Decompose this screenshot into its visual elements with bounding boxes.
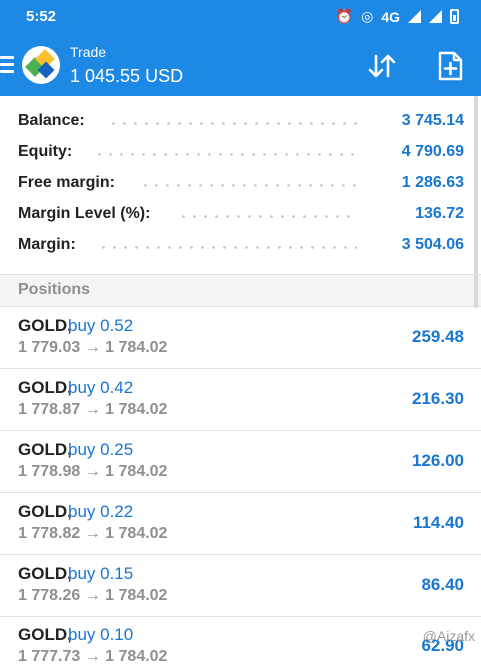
status-bar: 5:52 ⏰ ◎ 4G: [0, 0, 481, 36]
position-row[interactable]: GOLD, buy 0.15 1 778.26 → 1 784.02 86.40: [0, 555, 481, 617]
position-row[interactable]: GOLD, buy 0.52 1 779.03 → 1 784.02 259.4…: [0, 307, 481, 369]
dot-leader: [178, 215, 357, 218]
account-summary: Balance: 3 745.14 Equity: 4 790.69 Free …: [0, 96, 481, 274]
signal-icon-2: [429, 10, 442, 23]
position-profit: 86.40: [421, 575, 464, 594]
position-side: buy 0.22: [68, 502, 134, 521]
dot-leader: [140, 184, 357, 187]
position-side: buy 0.42: [68, 378, 134, 397]
summary-label: Margin:: [18, 236, 76, 253]
position-symbol: GOLD,: [18, 502, 72, 521]
app-logo-icon: [22, 46, 60, 84]
summary-row-free-margin: Free margin: 1 286.63: [0, 168, 481, 199]
position-profit: 126.00: [412, 451, 464, 470]
summary-label: Margin Level (%):: [18, 205, 151, 222]
summary-value: 3 745.14: [401, 112, 464, 129]
sort-icon[interactable]: [366, 50, 398, 82]
battery-icon: [450, 9, 459, 24]
status-icons: ⏰ ◎ 4G: [336, 8, 459, 25]
dot-leader: [94, 153, 357, 156]
data-saver-icon: ◎: [361, 8, 374, 24]
watermark: @Aizafx: [422, 628, 475, 644]
position-row[interactable]: GOLD, buy 0.22 1 778.82 → 1 784.02 114.4…: [0, 493, 481, 555]
position-symbol: GOLD,: [18, 625, 72, 644]
position-side: buy 0.10: [68, 625, 134, 644]
alarm-icon: ⏰: [335, 8, 354, 24]
position-profit: 259.48: [412, 327, 464, 346]
summary-row-margin: Margin: 3 504.06: [0, 230, 481, 261]
summary-value: 136.72: [415, 205, 464, 222]
position-prices: 1 779.03 → 1 784.02: [18, 339, 168, 356]
summary-value: 3 504.06: [401, 236, 464, 253]
position-prices: 1 778.82 → 1 784.02: [18, 525, 168, 542]
page-title: Trade: [70, 44, 107, 60]
summary-row-equity: Equity: 4 790.69: [0, 137, 481, 168]
position-profit: 216.30: [412, 389, 464, 408]
position-symbol: GOLD,: [18, 316, 72, 335]
position-row[interactable]: GOLD, buy 0.10 1 777.73 → 1 784.02 62.90: [0, 616, 481, 671]
summary-value: 1 286.63: [401, 174, 464, 191]
header-balance: 1 045.55 USD: [70, 66, 184, 86]
status-time: 5:52: [26, 8, 57, 25]
position-row[interactable]: GOLD, buy 0.25 1 778.98 → 1 784.02 126.0…: [0, 431, 481, 493]
summary-row-margin-level: Margin Level (%): 136.72: [0, 199, 481, 230]
app-header: 5:52 ⏰ ◎ 4G Trade 1 045.55 USD: [0, 0, 481, 96]
position-row[interactable]: GOLD, buy 0.42 1 778.87 → 1 784.02 216.3…: [0, 369, 481, 431]
summary-row-balance: Balance: 3 745.14: [0, 106, 481, 137]
section-title: Positions: [18, 281, 91, 298]
position-prices: 1 778.87 → 1 784.02: [18, 401, 168, 418]
signal-icon: [408, 10, 421, 23]
positions-header: Positions: [0, 274, 481, 307]
position-side: buy 0.52: [68, 316, 134, 335]
position-profit: 114.40: [412, 513, 464, 532]
position-symbol: GOLD,: [18, 564, 72, 583]
new-order-icon[interactable]: [434, 50, 466, 82]
summary-label: Free margin:: [18, 174, 115, 191]
position-prices: 1 778.26 → 1 784.02: [18, 587, 168, 604]
dot-leader: [108, 122, 357, 125]
scrollbar[interactable]: [474, 96, 478, 308]
position-symbol: GOLD,: [18, 378, 72, 397]
position-prices: 1 778.98 → 1 784.02: [18, 463, 168, 480]
summary-label: Balance:: [18, 112, 85, 129]
position-side: buy 0.15: [68, 564, 134, 583]
dot-leader: [98, 246, 357, 249]
network-type: 4G: [381, 8, 400, 25]
menu-icon[interactable]: [0, 56, 14, 74]
summary-value: 4 790.69: [401, 143, 464, 160]
summary-label: Equity:: [18, 143, 73, 160]
position-prices: 1 777.73 → 1 784.02: [18, 648, 168, 665]
position-symbol: GOLD,: [18, 440, 72, 459]
position-side: buy 0.25: [68, 440, 134, 459]
